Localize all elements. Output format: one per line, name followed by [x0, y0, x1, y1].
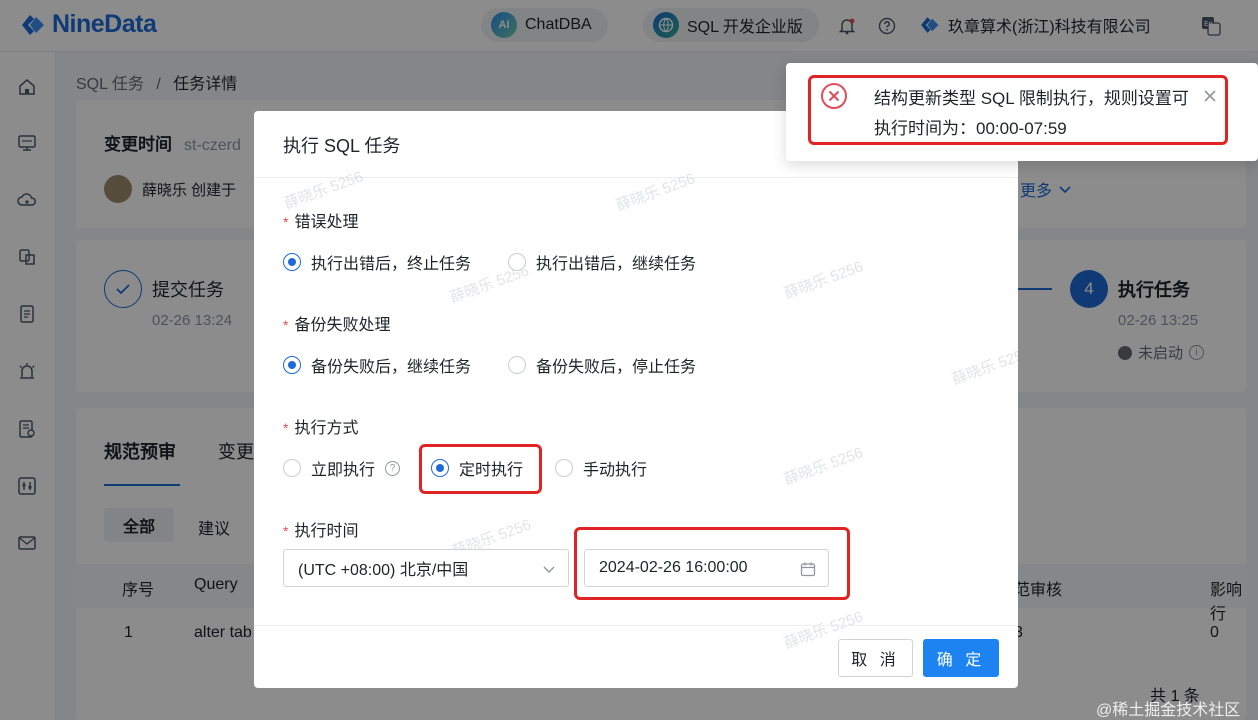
radio-checked-icon	[283, 253, 301, 271]
required-mark: *	[283, 317, 289, 333]
highlight-datetime	[574, 527, 850, 600]
radio-label: 立即执行	[311, 462, 376, 479]
cancel-button[interactable]: 取 消	[838, 639, 913, 677]
footer-watermark: @稀土掘金技术社区	[1096, 702, 1241, 719]
radio-label: 执行出错后，继续任务	[536, 256, 697, 273]
radio-label: 执行出错后，终止任务	[311, 256, 472, 273]
radio-label: 手动执行	[583, 462, 648, 479]
required-mark: *	[283, 420, 289, 436]
radio-backup-continue[interactable]: 备份失败后，继续任务	[283, 353, 471, 377]
error-notification: 结构更新类型 SQL 限制执行，规则设置可执行时间为：00:00-07:59	[786, 63, 1258, 161]
radio-unchecked-icon	[508, 253, 526, 271]
confirm-button[interactable]: 确 定	[923, 639, 999, 677]
error-handling-label: * 错误处理	[283, 208, 358, 232]
watermark: 薛晓乐 5256	[781, 258, 866, 303]
execution-time-text: 执行时间	[294, 523, 359, 540]
help-icon[interactable]: ?	[385, 460, 401, 476]
radio-checked-icon	[283, 356, 301, 374]
radio-unchecked-icon	[508, 356, 526, 374]
timezone-select[interactable]: (UTC +08:00) 北京/中国	[283, 549, 569, 587]
error-handling-text: 错误处理	[294, 214, 359, 231]
execution-mode-label: * 执行方式	[283, 414, 358, 438]
execution-mode-text: 执行方式	[294, 420, 359, 437]
modal-title: 执行 SQL 任务	[283, 136, 401, 156]
watermark: 薛晓乐 5256	[781, 444, 866, 489]
radio-label: 备份失败后，停止任务	[536, 359, 697, 376]
execution-time-label: * 执行时间	[283, 517, 358, 541]
required-mark: *	[283, 523, 289, 539]
radio-label: 备份失败后，继续任务	[311, 359, 472, 376]
timezone-value: (UTC +08:00) 北京/中国	[298, 562, 469, 579]
radio-backup-stop[interactable]: 备份失败后，停止任务	[508, 353, 696, 377]
radio-error-continue[interactable]: 执行出错后，继续任务	[508, 250, 696, 274]
watermark: 薛晓乐 5256	[613, 170, 698, 215]
backup-failure-label: * 备份失败处理	[283, 311, 390, 335]
modal-footer-divider	[254, 625, 1018, 626]
modal-divider	[254, 177, 1018, 178]
radio-error-stop[interactable]: 执行出错后，终止任务	[283, 250, 471, 274]
watermark: 薛晓乐 5256	[949, 344, 1018, 389]
highlight-scheduled	[419, 444, 542, 494]
radio-manual[interactable]: 手动执行	[555, 456, 647, 480]
required-mark: *	[283, 214, 289, 230]
chevron-down-icon	[543, 566, 555, 573]
execute-sql-task-modal: 执行 SQL 任务 薛晓乐 5256 薛晓乐 5256 薛晓乐 5256 薛晓乐…	[254, 111, 1018, 688]
radio-unchecked-icon	[283, 459, 301, 477]
highlight-notification	[808, 75, 1228, 145]
backup-failure-text: 备份失败处理	[294, 317, 391, 334]
radio-run-now[interactable]: 立即执行 ?	[283, 456, 401, 480]
radio-unchecked-icon	[555, 459, 573, 477]
watermark: 薛晓乐 5256	[281, 168, 366, 213]
